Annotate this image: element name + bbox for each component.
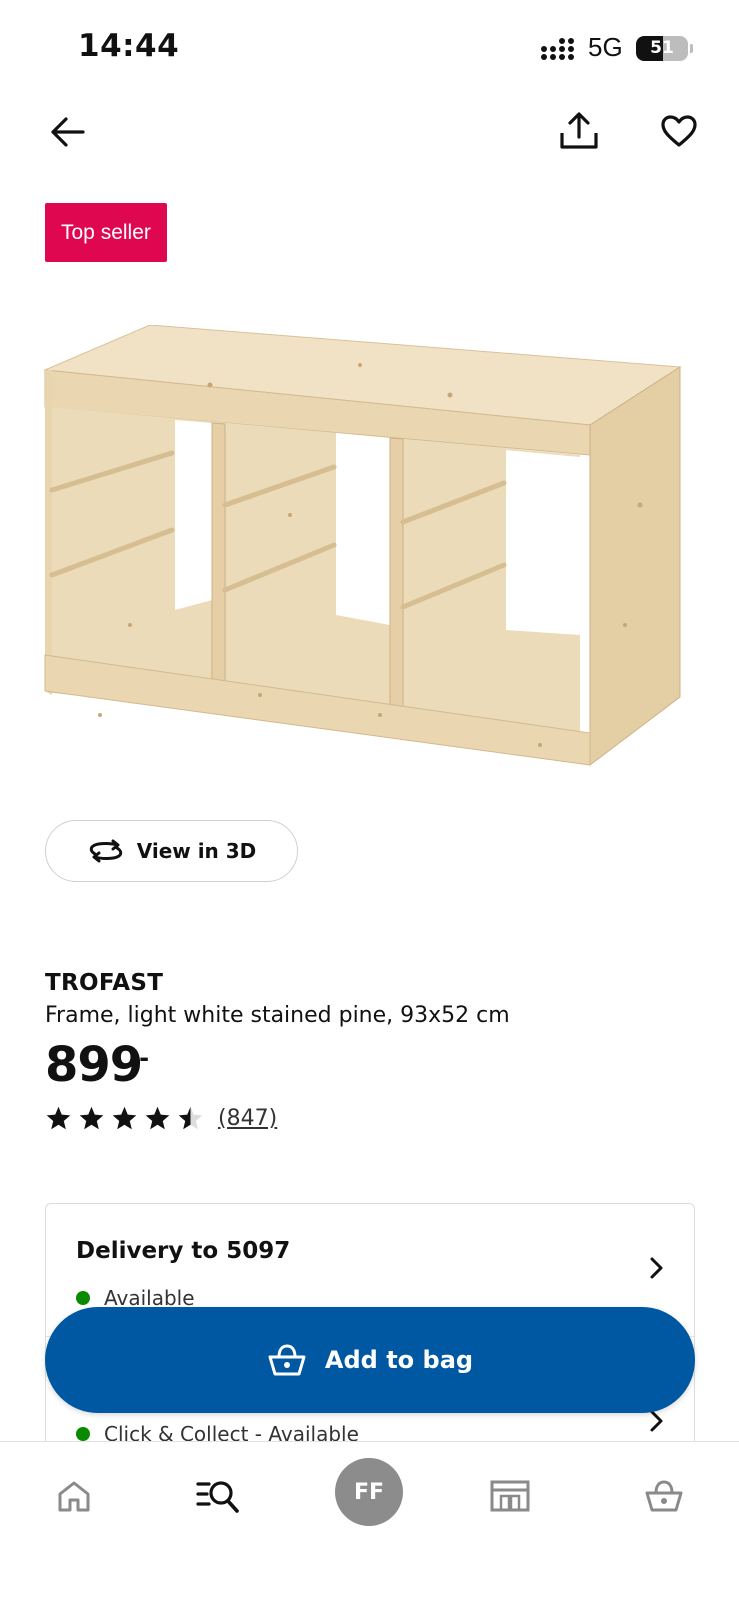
product-rating[interactable]: (847) xyxy=(45,1105,277,1132)
product-description: Frame, light white stained pine, 93x52 c… xyxy=(45,1003,510,1028)
available-dot-icon xyxy=(76,1291,90,1305)
star-icon xyxy=(145,1106,170,1130)
price-suffix: ,- xyxy=(130,1044,150,1072)
share-button[interactable] xyxy=(554,106,604,156)
battery-icon: 51 xyxy=(636,36,688,61)
status-time: 14:44 xyxy=(78,28,180,64)
network-type: 5G xyxy=(588,32,623,62)
nav-bag[interactable] xyxy=(634,1466,694,1526)
basket-icon xyxy=(268,1344,306,1376)
delivery-title: Delivery to 5097 xyxy=(76,1238,291,1264)
rating-stars xyxy=(45,1105,204,1132)
rotate-3d-icon xyxy=(89,839,122,863)
battery-tip xyxy=(690,44,693,53)
star-icon xyxy=(112,1106,137,1130)
view-in-3d-button[interactable]: View in 3D xyxy=(45,820,298,882)
search-list-icon xyxy=(196,1481,239,1513)
nav-profile-avatar[interactable]: FF xyxy=(335,1458,403,1526)
nav-home[interactable] xyxy=(44,1466,104,1526)
product-name: TROFAST xyxy=(45,970,164,996)
home-icon xyxy=(58,1481,90,1512)
product-price: 899 xyxy=(45,1037,143,1093)
status-bar: 14:44 5G 51 xyxy=(0,0,739,100)
add-to-bag-button[interactable]: Add to bag xyxy=(45,1307,695,1413)
star-icon xyxy=(79,1106,104,1130)
back-button[interactable] xyxy=(44,108,92,156)
bottom-navigation: FF xyxy=(0,1441,739,1600)
review-count-link[interactable]: (847) xyxy=(218,1106,277,1131)
basket-icon xyxy=(645,1480,683,1512)
favorite-button[interactable] xyxy=(654,106,704,156)
top-seller-badge: Top seller xyxy=(45,203,167,262)
share-icon xyxy=(560,112,598,149)
star-icon xyxy=(46,1106,71,1130)
nav-store[interactable] xyxy=(480,1466,540,1526)
signal-strength-icon xyxy=(541,38,574,60)
store-icon xyxy=(490,1480,530,1512)
heart-icon xyxy=(661,115,697,147)
product-image xyxy=(43,325,682,767)
star-icon xyxy=(178,1106,203,1130)
arrow-left-icon xyxy=(51,117,85,147)
add-to-bag-label: Add to bag xyxy=(324,1346,474,1374)
available-dot-icon xyxy=(76,1427,90,1441)
chevron-right-icon[interactable] xyxy=(644,1256,668,1280)
view-in-3d-label: View in 3D xyxy=(136,839,257,863)
nav-search[interactable] xyxy=(188,1466,248,1526)
battery-percent: 51 xyxy=(650,38,674,58)
